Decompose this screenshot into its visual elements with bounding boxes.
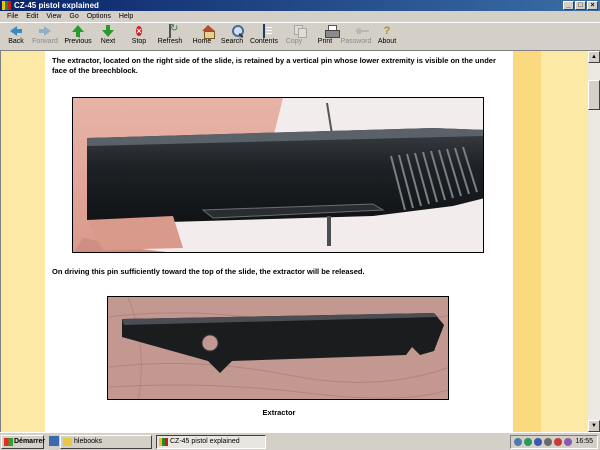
copy-icon xyxy=(287,25,301,37)
key-icon xyxy=(349,25,363,37)
search-icon xyxy=(225,25,239,37)
menu-file[interactable]: File xyxy=(3,11,22,22)
back-arrow-icon xyxy=(9,25,23,37)
forward-label: Forward xyxy=(32,38,58,45)
search-button[interactable]: Search xyxy=(216,25,248,51)
window-title: CZ-45 pistol explained xyxy=(14,1,99,10)
minimize-button[interactable]: _ xyxy=(563,1,574,10)
app-icon xyxy=(2,1,11,10)
next-button[interactable]: Next xyxy=(92,25,124,51)
menu-edit[interactable]: Edit xyxy=(22,11,42,22)
task-cz45[interactable]: CZ-45 pistol explained xyxy=(156,435,266,449)
print-label: Print xyxy=(317,38,333,45)
scroll-down-button[interactable]: ▼ xyxy=(588,420,600,432)
right-margin-band xyxy=(513,51,541,432)
toolbar: Back Forward Previous Next × Stop Refres… xyxy=(0,22,600,51)
extractor-caption: Extractor xyxy=(262,408,296,417)
refresh-icon xyxy=(163,24,177,38)
clock: 16:55 xyxy=(575,438,593,445)
search-label: Search xyxy=(220,38,244,45)
back-button[interactable]: Back xyxy=(0,25,32,51)
password-label: Password xyxy=(340,38,372,45)
tray-sync-icon[interactable] xyxy=(524,438,532,446)
page-content: The extractor, located on the right side… xyxy=(45,51,513,432)
windows-logo-icon xyxy=(4,438,13,446)
print-button[interactable]: Print xyxy=(309,25,341,51)
printer-icon xyxy=(318,25,332,37)
task-hlebooks[interactable]: hlebooks xyxy=(60,435,152,449)
about-button[interactable]: ? About xyxy=(371,25,403,51)
stop-icon: × xyxy=(136,26,142,36)
extractor-image xyxy=(108,297,448,399)
password-button[interactable]: Password xyxy=(338,25,374,51)
copy-label: Copy xyxy=(285,38,303,45)
maximize-button[interactable]: □ xyxy=(575,1,586,10)
contents-label: Contents xyxy=(249,38,279,45)
tray-misc-icon[interactable] xyxy=(564,438,572,446)
tray-network-icon[interactable] xyxy=(514,438,522,446)
previous-arrow-icon xyxy=(71,25,85,37)
scroll-up-button[interactable]: ▲ xyxy=(588,51,600,63)
start-button[interactable]: Démarrer xyxy=(1,435,46,449)
content-viewport[interactable]: The extractor, located on the right side… xyxy=(0,51,588,432)
contents-book-icon xyxy=(257,24,271,38)
back-label: Back xyxy=(8,38,24,45)
stop-label: Stop xyxy=(131,38,147,45)
extractor-photo xyxy=(107,296,449,400)
paragraph-pin-release: On driving this pin sufficiently toward … xyxy=(52,267,365,276)
next-arrow-icon xyxy=(101,25,115,37)
menu-go[interactable]: Go xyxy=(65,11,82,22)
about-question-icon: ? xyxy=(383,25,391,37)
menu-options[interactable]: Options xyxy=(83,11,115,22)
copy-button[interactable]: Copy xyxy=(278,25,310,51)
system-tray: 16:55 xyxy=(510,435,598,449)
menu-view[interactable]: View xyxy=(42,11,65,22)
previous-button[interactable]: Previous xyxy=(62,25,94,51)
paragraph-extractor-location: The extractor, located on the right side… xyxy=(52,56,496,75)
menu-help[interactable]: Help xyxy=(115,11,137,22)
tray-shield-icon[interactable] xyxy=(534,438,542,446)
title-bar: CZ-45 pistol explained _ □ × xyxy=(0,0,600,11)
task-cz45-label: CZ-45 pistol explained xyxy=(170,438,240,445)
next-label: Next xyxy=(100,38,116,45)
stop-button[interactable]: × Stop xyxy=(123,25,155,51)
scroll-thumb[interactable] xyxy=(588,80,600,110)
menu-bar: File Edit View Go Options Help xyxy=(0,11,600,22)
refresh-label: Refresh xyxy=(157,38,183,45)
forward-arrow-icon xyxy=(38,25,52,37)
contents-button[interactable]: Contents xyxy=(248,24,280,51)
task-hlebooks-label: hlebooks xyxy=(74,438,103,445)
window-controls: _ □ × xyxy=(563,1,598,10)
quicklaunch-desktop-icon[interactable] xyxy=(49,436,59,446)
slide-photo xyxy=(72,97,484,253)
forward-button[interactable]: Forward xyxy=(29,25,61,51)
taskbar: Démarrer hlebooks CZ-45 pistol explained… xyxy=(0,432,600,450)
previous-label: Previous xyxy=(64,38,92,45)
start-label: Démarrer xyxy=(14,438,46,445)
close-button[interactable]: × xyxy=(587,1,598,10)
folder-icon xyxy=(63,438,72,446)
home-button[interactable]: Home xyxy=(186,25,218,51)
app-icon xyxy=(159,438,168,446)
tray-antivirus-icon[interactable] xyxy=(554,438,562,446)
home-icon xyxy=(195,25,209,37)
vertical-scrollbar[interactable]: ▲ ▼ xyxy=(588,51,600,432)
refresh-button[interactable]: Refresh xyxy=(154,24,186,51)
slide-image xyxy=(73,98,483,252)
about-label: About xyxy=(377,38,397,45)
tray-volume-icon[interactable] xyxy=(544,438,552,446)
